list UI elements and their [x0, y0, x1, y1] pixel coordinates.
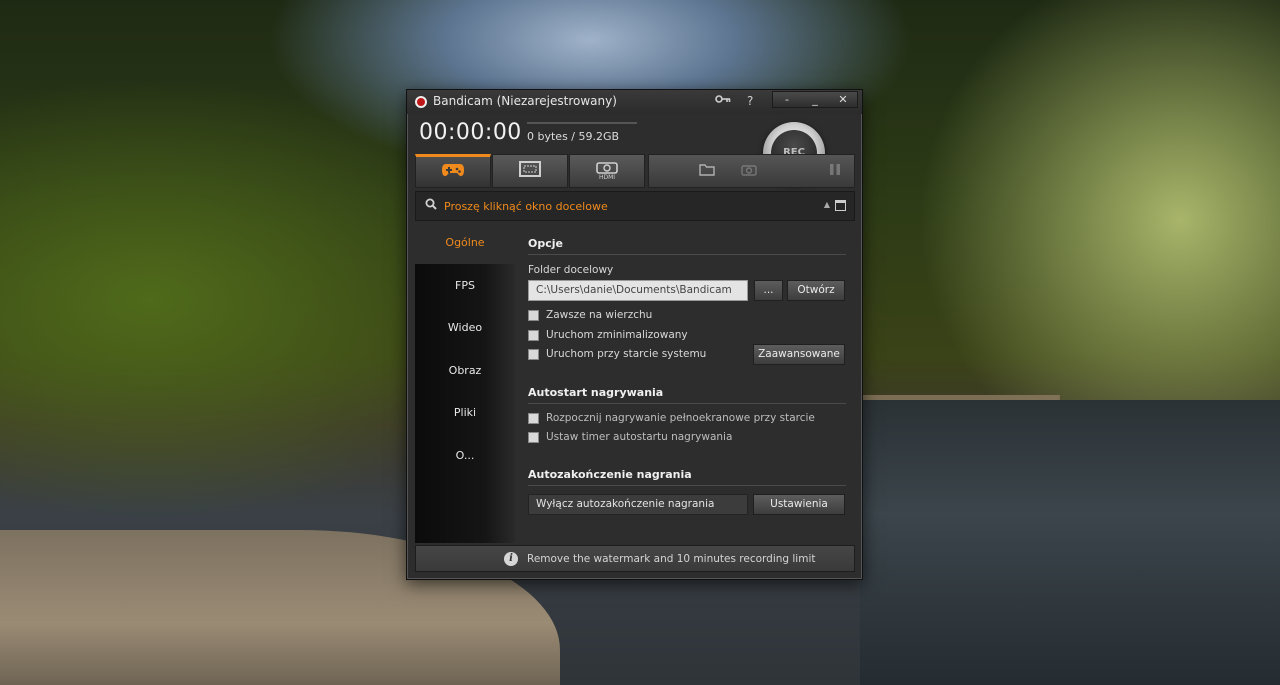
info-icon: i: [504, 552, 518, 566]
output-folder-label: Folder docelowy: [528, 264, 614, 276]
mini-mode-button[interactable]: -: [773, 92, 801, 107]
footer-message: Remove the watermark and 10 minutes reco…: [527, 553, 816, 565]
output-folder-field[interactable]: C:\Users\danie\Documents\Bandicam: [528, 280, 748, 301]
section-divider: [528, 403, 846, 404]
autostart-section-title: Autostart nagrywania: [528, 386, 664, 399]
settings-panel: Opcje Folder docelowy C:\Users\danie\Doc…: [515, 222, 855, 543]
window-select-icon[interactable]: [835, 200, 846, 211]
start-on-boot-option[interactable]: Uruchom przy starcie systemu: [528, 347, 706, 361]
autostart-fullscreen-checkbox[interactable]: [528, 412, 539, 424]
browse-folder-button[interactable]: ...: [754, 280, 783, 301]
window-title: Bandicam (Niezarejestrowany): [433, 94, 617, 108]
camera-icon[interactable]: [741, 163, 757, 180]
autostop-section-title: Autozakończenie nagrania: [528, 468, 692, 481]
sidebar-item-about[interactable]: O...: [415, 435, 515, 477]
autostart-timer-checkbox[interactable]: [528, 431, 539, 443]
file-size-readout: 0 bytes / 59.2GB: [527, 130, 620, 143]
screen-rectangle-icon: [519, 161, 541, 181]
autostop-settings-button[interactable]: Ustawienia: [753, 494, 845, 515]
open-folder-button[interactable]: Otwórz: [787, 280, 845, 301]
collapse-arrow-icon[interactable]: ▲: [824, 200, 830, 209]
always-on-top-checkbox[interactable]: [528, 309, 539, 321]
autostart-fullscreen-label: Rozpocznij nagrywanie pełnoekranowe przy…: [546, 412, 815, 424]
sidebar-item-files[interactable]: Pliki: [415, 392, 515, 434]
pause-icon[interactable]: [829, 163, 841, 180]
bandicam-logo-icon: [415, 96, 427, 108]
start-minimized-option[interactable]: Uruchom zminimalizowany: [528, 328, 688, 342]
tab-game-mode[interactable]: [415, 154, 491, 188]
section-divider: [528, 485, 846, 486]
mode-toolbar: HDMI: [415, 154, 855, 188]
autostart-timer-option[interactable]: Ustaw timer autostartu nagrywania: [528, 430, 732, 444]
autostart-timer-label: Ustaw timer autostartu nagrywania: [546, 431, 733, 443]
target-window-prompt: Proszę kliknąć okno docelowe: [444, 200, 608, 213]
key-icon[interactable]: [715, 93, 731, 109]
advanced-button[interactable]: Zaawansowane: [753, 344, 845, 365]
start-on-boot-label: Uruchom przy starcie systemu: [546, 348, 707, 360]
help-button[interactable]: ?: [747, 93, 753, 109]
desktop-wallpaper-river: [860, 400, 1280, 685]
target-window-bar[interactable]: Proszę kliknąć okno docelowe ▲: [415, 191, 855, 221]
tools-bar: [648, 154, 855, 188]
close-button[interactable]: ✕: [829, 92, 857, 107]
hdmi-label: HDMI: [598, 173, 616, 181]
sidebar-item-image[interactable]: Obraz: [415, 350, 515, 392]
folder-icon[interactable]: [699, 163, 715, 180]
section-divider: [528, 254, 846, 255]
options-section-title: Opcje: [528, 237, 563, 250]
always-on-top-option[interactable]: Zawsze na wierzchu: [528, 308, 652, 322]
gamepad-icon: [441, 162, 465, 182]
settings-sidebar: Ogólne FPS Wideo Obraz Pliki O...: [415, 222, 515, 543]
autostop-value-field[interactable]: Wyłącz autozakończenie nagrania: [528, 494, 748, 515]
start-minimized-label: Uruchom zminimalizowany: [546, 329, 688, 341]
sidebar-item-video[interactable]: Wideo: [415, 307, 515, 349]
title-bar[interactable]: Bandicam (Niezarejestrowany) ? - _ ✕: [407, 90, 862, 114]
sidebar-item-fps[interactable]: FPS: [415, 265, 515, 307]
minimize-button[interactable]: _: [801, 92, 829, 107]
size-progress-line: [527, 122, 637, 124]
footer-banner[interactable]: i Remove the watermark and 10 minutes re…: [415, 545, 855, 572]
bandicam-window: Bandicam (Niezarejestrowany) ? - _ ✕ 00:…: [406, 89, 863, 580]
tab-screen-mode[interactable]: [492, 154, 568, 188]
window-controls: - _ ✕: [772, 91, 858, 108]
sidebar-item-general[interactable]: Ogólne: [415, 222, 515, 264]
recording-timer: 00:00:00: [419, 120, 522, 145]
autostart-fullscreen-option[interactable]: Rozpocznij nagrywanie pełnoekranowe przy…: [528, 411, 815, 425]
hdmi-icon: HDMI: [596, 161, 618, 181]
always-on-top-label: Zawsze na wierzchu: [546, 309, 653, 321]
start-minimized-checkbox[interactable]: [528, 329, 539, 341]
start-on-boot-checkbox[interactable]: [528, 348, 539, 360]
tab-device-mode[interactable]: HDMI: [569, 154, 645, 188]
search-icon: [425, 198, 437, 213]
